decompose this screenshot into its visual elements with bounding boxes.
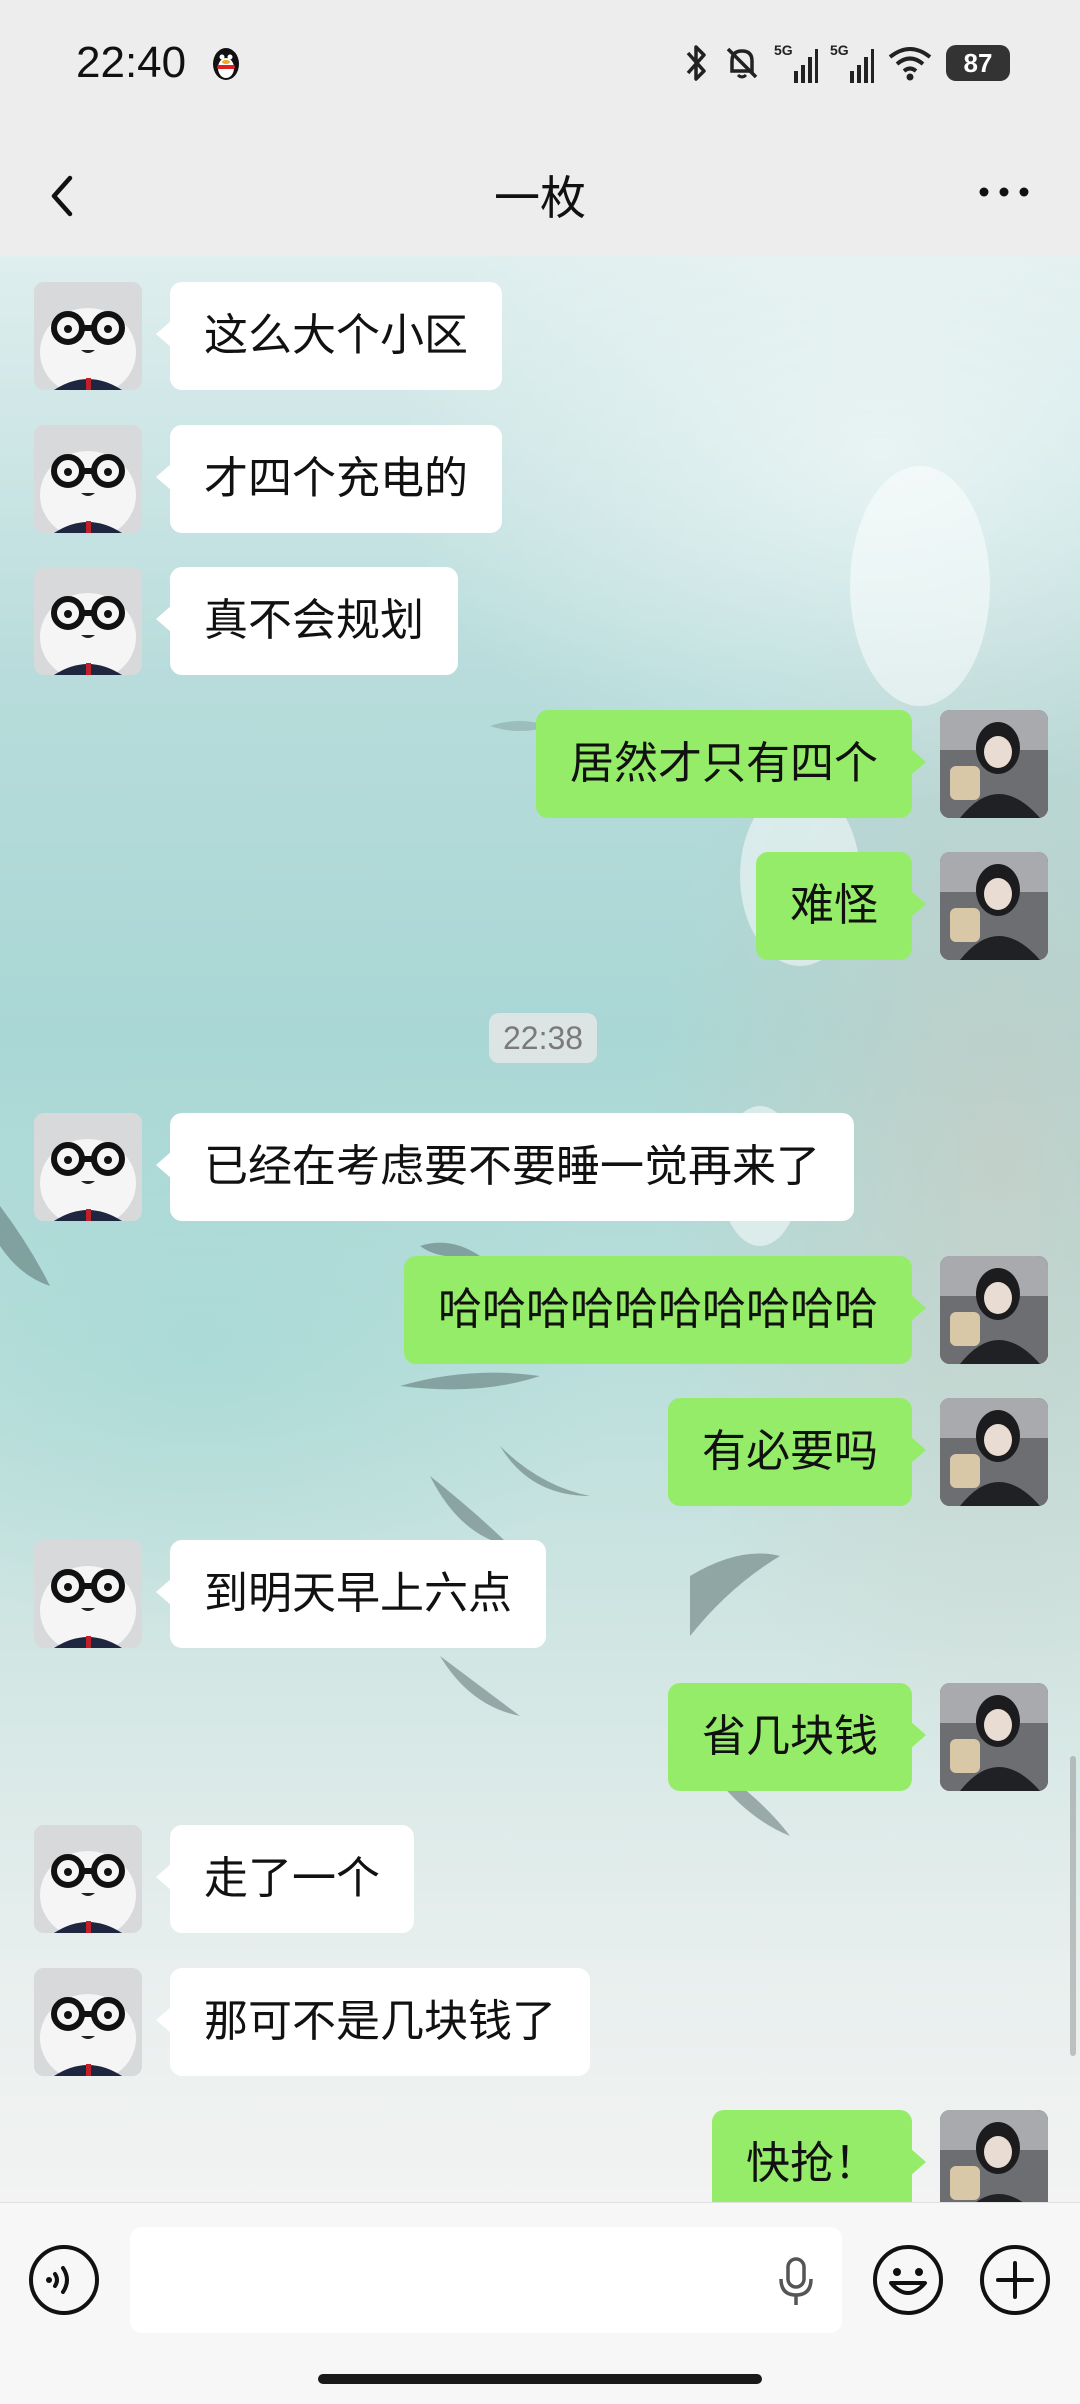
- message-input-bar: [0, 2202, 1080, 2404]
- message-row: 走了一个: [0, 1825, 1080, 1933]
- incoming-message[interactable]: 才四个充电的: [156, 425, 502, 533]
- message-input[interactable]: [154, 2227, 758, 2335]
- user-avatar[interactable]: [940, 1256, 1048, 1364]
- contact-avatar[interactable]: [34, 567, 142, 675]
- outgoing-message[interactable]: 省几块钱: [668, 1683, 926, 1791]
- outgoing-message[interactable]: 哈哈哈哈哈哈哈哈哈哈: [404, 1256, 926, 1364]
- voice-mode-icon[interactable]: [27, 2243, 101, 2317]
- signal-icon: 5G: [830, 41, 874, 85]
- home-indicator[interactable]: [318, 2374, 762, 2384]
- contact-avatar[interactable]: [34, 282, 142, 390]
- incoming-message[interactable]: 那可不是几块钱了: [156, 1968, 590, 2076]
- chat-title: 一枚: [494, 171, 586, 225]
- qq-penguin-icon: [208, 44, 244, 84]
- message-row: 真不会规划: [0, 567, 1080, 675]
- add-more-icon[interactable]: [978, 2243, 1052, 2317]
- message-timestamp: 22:38: [489, 1013, 598, 1063]
- network-label: 5G: [774, 42, 793, 58]
- message-row: 居然才只有四个: [0, 710, 1080, 818]
- message-row: 那可不是几块钱了: [0, 1968, 1080, 2076]
- user-avatar[interactable]: [940, 2110, 1048, 2202]
- incoming-message[interactable]: 真不会规划: [156, 567, 458, 675]
- contact-avatar[interactable]: [34, 1540, 142, 1648]
- microphone-icon[interactable]: [776, 2255, 816, 2309]
- contact-avatar[interactable]: [34, 1825, 142, 1933]
- contact-avatar[interactable]: [34, 1113, 142, 1221]
- incoming-message[interactable]: 已经在考虑要不要睡一觉再来了: [156, 1113, 854, 1221]
- outgoing-message[interactable]: 难怪: [756, 852, 926, 960]
- chat-scrollbar[interactable]: [1070, 1756, 1076, 2056]
- message-row: 省几块钱: [0, 1683, 1080, 1791]
- emoji-icon[interactable]: [871, 2243, 945, 2317]
- message-row: 难怪: [0, 852, 1080, 960]
- outgoing-message[interactable]: 居然才只有四个: [536, 710, 926, 818]
- message-row: 已经在考虑要不要睡一觉再来了: [0, 1113, 1080, 1221]
- status-time: 22:40: [76, 38, 187, 87]
- incoming-message[interactable]: 这么大个小区: [156, 282, 502, 390]
- outgoing-message[interactable]: 有必要吗: [668, 1398, 926, 1506]
- user-avatar[interactable]: [940, 1683, 1048, 1791]
- bluetooth-icon: [682, 43, 710, 83]
- contact-avatar[interactable]: [34, 1968, 142, 2076]
- contact-avatar[interactable]: [34, 425, 142, 533]
- message-row: 到明天早上六点: [0, 1540, 1080, 1648]
- message-row: 快抢！: [0, 2110, 1080, 2202]
- incoming-message[interactable]: 到明天早上六点: [156, 1540, 546, 1648]
- message-row: 这么大个小区: [0, 282, 1080, 390]
- battery-icon: 87: [946, 45, 1010, 81]
- user-avatar[interactable]: [940, 1398, 1048, 1506]
- chat-header: 一枚: [0, 130, 1080, 256]
- outgoing-message[interactable]: 快抢！: [712, 2110, 926, 2202]
- more-options-icon[interactable]: [974, 172, 1034, 212]
- status-bar: 22:40 5G 5G 87: [0, 0, 1080, 130]
- chat-area[interactable]: 这么大个小区 才四个充电的 真不会规划 居然才只有四个 难怪 22:38 已经在…: [0, 256, 1080, 2202]
- message-row: 有必要吗: [0, 1398, 1080, 1506]
- incoming-message[interactable]: 走了一个: [156, 1825, 414, 1933]
- wifi-icon: [886, 43, 934, 83]
- message-row: 哈哈哈哈哈哈哈哈哈哈: [0, 1256, 1080, 1364]
- message-row: 才四个充电的: [0, 425, 1080, 533]
- signal-icon: 5G: [774, 41, 818, 85]
- user-avatar[interactable]: [940, 852, 1048, 960]
- mute-bell-icon: [722, 43, 762, 83]
- network-label: 5G: [830, 42, 849, 58]
- message-input-field[interactable]: [130, 2227, 842, 2335]
- user-avatar[interactable]: [940, 710, 1048, 818]
